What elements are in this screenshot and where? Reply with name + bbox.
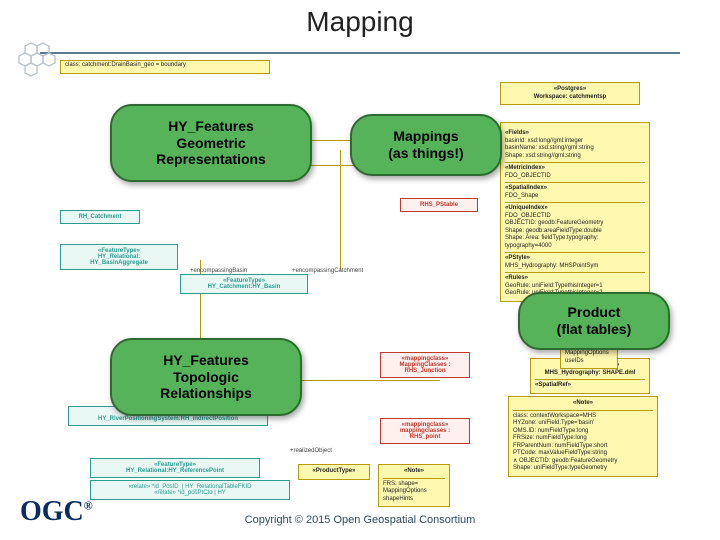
box-rhs-pstable: RHS_PStable <box>400 198 478 212</box>
label-encomp-catch: +encompassingCatchment <box>292 268 363 274</box>
box-map-junction: «mappingclass»MappingClasses :RHS_Juncti… <box>380 352 470 378</box>
box-map-point: «mappingclass»mappingclasses :RHS_point <box>380 418 470 444</box>
note-classdef-text: class: catchment:DrainBasin_geo = bounda… <box>65 62 186 68</box>
box-workspace: «Postgres»Workspace: catchmentsp <box>500 82 640 105</box>
box-feat-refpoint: «FeatureType»HY_Relational:HY_ReferenceP… <box>90 458 260 478</box>
box-rh-catchment: RH_Catchment <box>60 210 140 224</box>
bubble-topo: HY_FeaturesTopologicRelationships <box>110 338 302 416</box>
bubble-product: Product(flat tables) <box>518 292 670 350</box>
title-rule <box>40 52 680 54</box>
box-prodtype: «ProductType» <box>298 464 370 480</box>
note-classdef: class: catchment:DrainBasin_geo = bounda… <box>60 60 270 74</box>
box-feat-refitems: «relate» *id_PosID | HY_RelationalTableF… <box>90 480 290 500</box>
box-feat-basin: «FeatureType»HY_Catchment:HY_Basin <box>180 274 308 294</box>
bubble-mappings: Mappings(as things!) <box>350 114 502 176</box>
box-feat-basinagg: «FeatureType»HY_Relational:HY_BasinAggre… <box>60 244 178 270</box>
ogc-reg: ® <box>84 499 93 513</box>
box-noteclass: «Note» FRS: shape=MappingOptionsshapeHin… <box>378 464 450 507</box>
box-note-right: «Note» class: contextWorkspace=MHSHYZone… <box>508 396 658 477</box>
label-encomp-basin: +encompassingBasin <box>190 268 247 274</box>
copyright: Copyright © 2015 Open Geospatial Consort… <box>0 514 720 526</box>
box-right-composite: «Fields»basinId: xsd:long//gml:integerba… <box>500 122 650 302</box>
uml-diagram: class: catchment:DrainBasin_geo = bounda… <box>60 60 660 480</box>
bubble-geom: HY_FeaturesGeometricRepresentations <box>110 104 312 182</box>
slide-title: Mapping <box>0 6 720 38</box>
label-realized-obj: +realizedObject <box>290 448 332 454</box>
